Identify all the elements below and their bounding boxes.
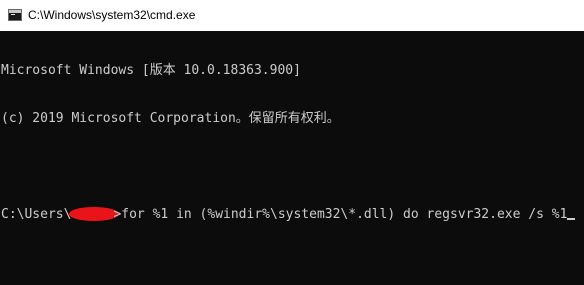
command-line[interactable]: C:\Users\ >for %1 in (%windir%\system32\*… — [0, 207, 584, 223]
window-title: C:\Windows\system32\cmd.exe — [28, 8, 196, 22]
console-output[interactable]: Microsoft Windows [版本 10.0.18363.900] (c… — [0, 31, 584, 285]
cmd-console-icon — [8, 9, 22, 21]
redacted-username — [69, 207, 120, 221]
console-line-copyright: (c) 2019 Microsoft Corporation。保留所有权利。 — [1, 111, 340, 126]
text-cursor — [567, 218, 576, 220]
cmd-window: C:\Windows\system32\cmd.exe Microsoft Wi… — [0, 0, 584, 285]
command-text: for %1 in (%windir%\system32\*.dll) do r… — [121, 207, 568, 222]
prompt-prefix: C:\Users\ — [1, 207, 72, 222]
title-bar[interactable]: C:\Windows\system32\cmd.exe — [0, 0, 584, 31]
console-line-blank — [0, 159, 584, 175]
console-line-version: Microsoft Windows [版本 10.0.18363.900] — [1, 63, 301, 78]
